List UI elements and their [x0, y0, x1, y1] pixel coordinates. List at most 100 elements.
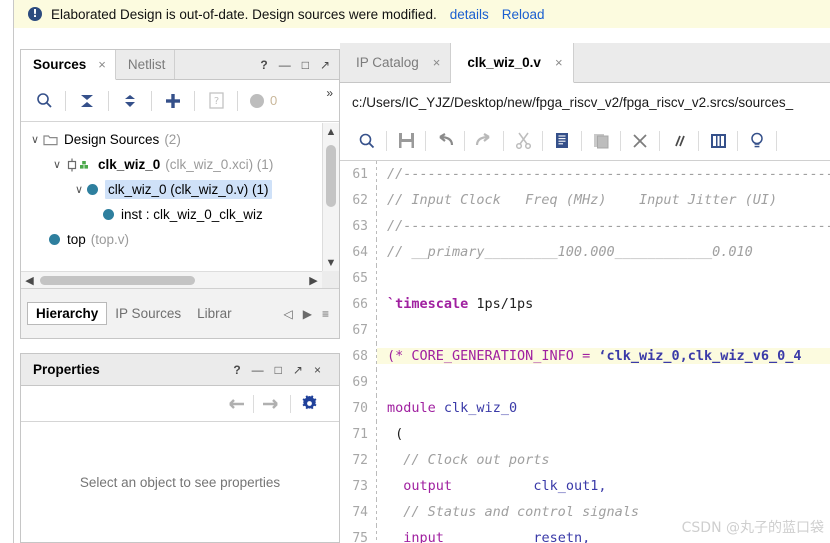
scroll-thumb[interactable] [326, 145, 336, 207]
gear-icon[interactable] [291, 391, 327, 417]
tab-netlist[interactable]: Netlist [115, 50, 176, 79]
find-icon[interactable] [348, 126, 386, 156]
close-icon[interactable]: × [555, 55, 563, 70]
sub-tab-libraries[interactable]: Librar [189, 303, 240, 324]
code-line[interactable]: 65 [340, 265, 830, 291]
code-line[interactable]: 73 output clk_out1, [340, 473, 830, 499]
code-line-text: `timescale 1ps/1ps [387, 296, 534, 312]
tab-clk-wiz-0-v[interactable]: clk_wiz_0.v × [451, 43, 574, 83]
sub-tab-ip-sources[interactable]: IP Sources [107, 303, 189, 324]
code-line[interactable]: 68 (* CORE_GENERATION_INFO = ‘clk_wiz_0,c… [340, 343, 830, 369]
code-line[interactable]: 75 input resetn, [340, 525, 830, 543]
toolbar-separator [237, 90, 238, 111]
code-line[interactable]: 61 //------------------------------------… [340, 161, 830, 187]
scroll-left-icon[interactable]: ◀ [21, 274, 38, 287]
sources-sub-tabs: Hierarchy IP Sources Librar ◁ ▶ ≡ [21, 288, 339, 338]
code-line[interactable]: 70 module clk_wiz_0 [340, 395, 830, 421]
tree-item-inst[interactable]: inst : clk_wiz_0_clk_wiz [21, 202, 322, 227]
more-chevron-icon[interactable]: » [326, 86, 333, 100]
code-editor[interactable]: 61 //------------------------------------… [340, 161, 830, 543]
float-icon[interactable]: ↗ [320, 59, 330, 71]
maximize-icon[interactable]: □ [275, 364, 282, 376]
hint-icon[interactable] [738, 126, 776, 156]
tab-sources[interactable]: Sources × [21, 50, 116, 80]
scroll-track[interactable] [38, 272, 305, 288]
properties-window-buttons: ? — □ ↗ × [224, 364, 330, 376]
tree-vertical-scrollbar[interactable]: ▲ ▼ [322, 123, 339, 271]
nav-prev-icon[interactable]: ◁ [284, 307, 293, 321]
code-line[interactable]: 72 // Clock out ports [340, 447, 830, 473]
minimize-icon[interactable]: — [252, 364, 264, 376]
redo-icon[interactable] [465, 126, 503, 156]
details-link[interactable]: details [450, 7, 489, 22]
save-icon[interactable] [387, 126, 425, 156]
code-line[interactable]: 62 // Input Clock Freq (MHz) Input Jitter… [340, 187, 830, 213]
editor-toolbar [340, 121, 830, 161]
code-line[interactable]: 69 [340, 369, 830, 395]
tree-horizontal-scrollbar[interactable]: ◀ ▶ [21, 271, 322, 288]
nav-next-icon[interactable]: ▶ [303, 307, 312, 321]
status-dot [250, 93, 264, 108]
back-arrow-icon[interactable] [217, 391, 253, 417]
add-sources-icon[interactable] [156, 86, 190, 116]
code-line[interactable]: 63 //------------------------------------… [340, 213, 830, 239]
code-line[interactable]: 64 // __primary_________100.000__________… [340, 239, 830, 265]
search-icon[interactable] [27, 86, 61, 116]
tab-ip-catalog[interactable]: IP Catalog × [340, 43, 452, 82]
scroll-thumb[interactable] [40, 276, 195, 285]
cut-icon[interactable] [504, 126, 542, 156]
paste-icon[interactable] [582, 126, 620, 156]
comment-icon[interactable] [660, 126, 698, 156]
sub-tab-hierarchy[interactable]: Hierarchy [27, 302, 108, 325]
delete-icon[interactable] [621, 126, 659, 156]
sub-tab-nav: ◁ ▶ ≡ [284, 307, 333, 321]
scroll-down-icon[interactable]: ▼ [323, 254, 339, 271]
chevron-down-icon[interactable]: ∨ [27, 133, 43, 146]
collapse-all-icon[interactable] [70, 86, 104, 116]
maximize-icon[interactable]: □ [302, 59, 309, 71]
sources-tree[interactable]: ∨ Design Sources (2) ∨ clk_wiz_0 (clk_wi… [21, 123, 322, 271]
float-icon[interactable]: ↗ [293, 364, 303, 376]
forward-arrow-icon[interactable] [254, 391, 290, 417]
tab-ip-catalog-label: IP Catalog [356, 55, 419, 70]
code-line-text: // __primary_________100.000____________… [387, 244, 753, 260]
copy-icon[interactable] [543, 126, 581, 156]
columns-icon[interactable] [699, 126, 737, 156]
scroll-up-icon[interactable]: ▲ [323, 123, 339, 140]
reload-link[interactable]: Reload [502, 7, 545, 22]
report-icon[interactable]: ? [199, 86, 233, 116]
tree-item-design-sources[interactable]: ∨ Design Sources (2) [21, 127, 322, 152]
info-circle-icon: ! [28, 7, 42, 21]
status-dot-icon[interactable]: 0 [242, 86, 285, 116]
undo-icon[interactable] [426, 126, 464, 156]
chevron-down-icon[interactable]: ∨ [49, 158, 65, 171]
code-line[interactable]: 74 // Status and control signals [340, 499, 830, 525]
code-line[interactable]: 66 `timescale 1ps/1ps [340, 291, 830, 317]
editor-tabstrip: IP Catalog × clk_wiz_0.v × [340, 43, 830, 83]
line-number: 65 [352, 270, 368, 286]
nav-menu-icon[interactable]: ≡ [322, 307, 329, 321]
ip-core-icon [65, 158, 93, 172]
close-icon[interactable]: × [98, 57, 106, 72]
line-number: 67 [352, 322, 368, 338]
help-icon[interactable]: ? [260, 59, 267, 71]
code-line-text: // Status and control signals [387, 504, 639, 520]
tree-item-clk-wiz-0-xci[interactable]: ∨ clk_wiz_0 (clk_wiz_0.xci) (1) [21, 152, 322, 177]
expand-all-icon[interactable] [113, 86, 147, 116]
code-line-text: //--------------------------------------… [387, 166, 830, 182]
tree-item-top[interactable]: top (top.v) [21, 227, 322, 252]
properties-empty-state: Select an object to see properties [21, 423, 339, 542]
scroll-right-icon[interactable]: ▶ [305, 274, 322, 287]
minimize-icon[interactable]: — [279, 59, 291, 71]
code-line[interactable]: 67 [340, 317, 830, 343]
code-line[interactable]: 71 ( [340, 421, 830, 447]
close-icon[interactable]: × [314, 364, 321, 376]
help-icon[interactable]: ? [233, 364, 240, 376]
code-line-text: (* CORE_GENERATION_INFO = ‘clk_wiz_0,clk… [377, 348, 830, 364]
notification-message: Elaborated Design is out-of-date. Design… [51, 6, 437, 22]
chevron-down-icon[interactable]: ∨ [71, 183, 87, 196]
tree-item-label: top [67, 232, 86, 247]
code-line-text: ( [387, 426, 404, 442]
tree-item-clk-wiz-0-v[interactable]: ∨ clk_wiz_0 (clk_wiz_0.v) (1) [21, 177, 322, 202]
close-icon[interactable]: × [433, 55, 441, 70]
